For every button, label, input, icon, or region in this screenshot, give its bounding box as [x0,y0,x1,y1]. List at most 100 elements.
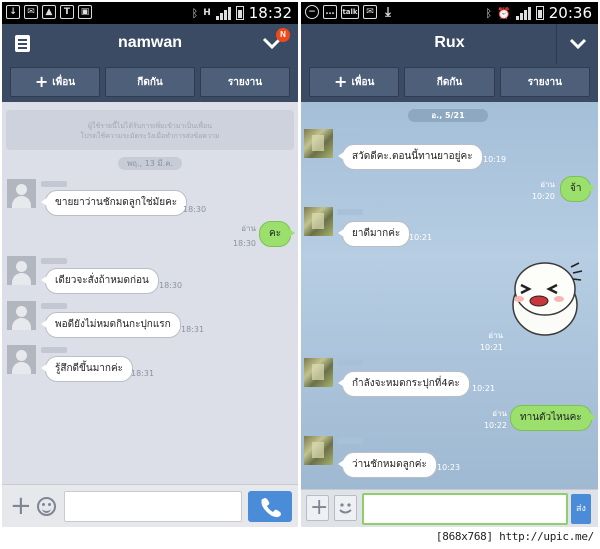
emoji-button[interactable] [334,495,357,521]
chevron-down-icon[interactable] [556,24,598,64]
download-icon: ⤓ [385,4,391,20]
plus-icon[interactable]: + [10,493,32,519]
sender-name [337,209,363,215]
notice-line: ผู้ใช้รายนี้ไม่ได้รับการเพิ่มเข้ามาเป็นเ… [87,122,213,130]
input-bar: + [2,484,298,527]
plus-icon: + [310,495,329,520]
message-time: 18:31 [181,325,205,334]
call-button[interactable] [248,491,292,522]
message-bubble[interactable]: ยาดีมากค่ะ [337,221,411,247]
bag-icon: ▣ [78,5,92,19]
message-time: 10:22 [483,421,507,430]
notice-line: โปรดใช้ความระมัดระวังเมื่อทำการส่งข้อควา… [80,132,220,140]
sender-name [41,303,67,309]
block-label: กีดกัน [436,76,463,88]
read-receipt: อ่าน [492,409,507,418]
add-friend-button[interactable]: + เพื่อน [309,67,400,97]
minus-circle-icon: − [305,5,319,19]
alarm-icon: ⏰ [497,6,511,20]
gallery-icon: ▲ [42,5,56,19]
add-friend-label: เพื่อน [351,76,375,88]
message-input[interactable] [362,493,568,525]
sender-name [337,360,363,366]
avatar[interactable] [7,301,36,330]
phone-icon [261,498,281,518]
input-bar: + ส่ง [301,489,598,527]
plus-button[interactable]: + [306,495,329,521]
sender-name [41,347,67,353]
text-icon: T [60,5,74,19]
avatar[interactable] [7,345,36,374]
emoji-icon[interactable] [37,497,56,516]
report-button[interactable]: รายงาน [200,67,290,97]
avatar[interactable] [7,256,36,285]
mail-icon: ✉ [363,5,377,19]
talk-icon: talk [341,5,359,19]
message-bubble[interactable]: กำลังจะหมดกระปุกที่4คะ [338,371,470,397]
message-time: 18:30 [183,205,207,214]
avatar[interactable] [304,358,333,387]
send-button[interactable]: ส่ง [571,494,591,524]
download-icon: ↓ [6,5,20,19]
stranger-notice: ผู้ใช้รายนี้ไม่ได้รับการเพิ่มเข้ามาเป็นเ… [6,110,294,150]
plus-icon: + [34,72,49,91]
report-button[interactable]: รายงาน [499,67,590,97]
action-bar: + เพื่อน กีดกัน รายงาน [2,64,298,102]
message-input[interactable] [64,491,242,522]
battery-icon [235,6,244,20]
read-receipt: อ่าน [241,224,256,233]
message-bubble-own[interactable]: คะ [259,221,296,247]
block-button[interactable]: กีดกัน [105,67,195,97]
message-bubble[interactable]: เดียวจะสั่งถ้าหมดก่อน [41,268,159,294]
add-friend-button[interactable]: + เพื่อน [10,67,100,97]
contact-name: Rux [434,34,465,51]
read-receipt: อ่าน [540,180,555,189]
message-time: 18:31 [131,369,155,378]
message-time: 18:30 [159,281,183,290]
sender-name [41,181,67,187]
action-bar: + เพื่อน กีดกัน รายงาน [301,64,598,102]
sender-name [337,131,363,137]
avatar[interactable] [304,129,333,158]
avatar[interactable] [7,179,36,208]
date-divider: อ., 5/21 [408,109,488,122]
message-time: 10:21 [479,343,503,352]
message-bubble[interactable]: ว่านชักหมดลูกค่ะ [338,452,437,478]
chat-header: namwan N [2,24,298,64]
sender-name [337,438,363,444]
message-bubble-own[interactable]: ทานตัวไหนคะ [510,405,596,431]
bluetooth-icon: ᛒ [485,6,493,20]
avatar[interactable] [304,207,333,236]
message-time: 10:21 [409,233,433,242]
message-bubble[interactable]: สวัดดีคะ.ตอนนี้ทานยาอยู่คะ [338,144,483,170]
laughing-sticker[interactable] [507,259,585,339]
message-time: 10:21 [472,384,496,393]
message-bubble[interactable]: ขายยาว่านชักมดลูกใช่มัยคะ [40,190,188,216]
message-time: 18:30 [232,239,256,248]
message-time: 10:20 [531,192,555,201]
message-bubble[interactable]: พอดียังไม่หมดกินกะปุกแรก [41,312,181,338]
date-divider: พฤ., 13 มี.ค. [118,157,182,170]
avatar[interactable] [304,436,333,465]
watermark-text: [868x768] http://upic.me/ [435,530,594,543]
message-bubble-own[interactable]: จ้า [560,176,597,202]
message-bubble[interactable]: รู้สึกดีขึ้นมากค่ะ [40,356,134,382]
report-label: รายงาน [527,76,562,88]
clock: 18:32 [248,4,292,22]
screenshot-frame: ↓ ✉ ▲ T ▣ ᛒ H 18:32 namwan N + เพื่อน กี… [0,0,600,549]
chat-header: Rux [301,24,598,64]
report-label: รายงาน [227,76,263,88]
read-receipt: อ่าน [488,331,503,340]
message-list[interactable]: ผู้ใช้รายนี้ไม่ได้รับการเพิ่มเข้ามาเป็นเ… [2,102,298,484]
bluetooth-icon: ᛒ [191,6,199,20]
message-time: 10:23 [437,463,461,472]
chat-icon: … [323,5,337,19]
status-bar: − … talk ✉ ⤓ ᛒ ⏰ 20:36 [301,2,598,24]
signal-icon [515,6,531,20]
message-list[interactable]: อ., 5/21 สวัดดีคะ.ตอนนี้ทานยาอยู่คะ 10:1… [301,102,598,489]
new-badge: N [276,28,290,42]
block-button[interactable]: กีดกัน [404,67,495,97]
sender-name [41,258,67,264]
battery-icon [535,6,544,20]
message-time: 10:19 [483,155,507,164]
